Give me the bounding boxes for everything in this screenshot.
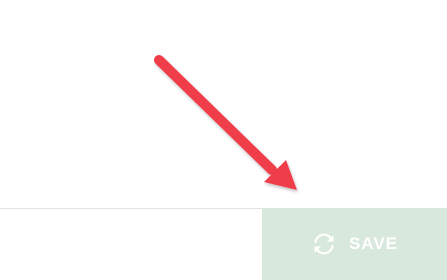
save-button-label: SAVE bbox=[348, 234, 399, 253]
save-button[interactable]: SAVE bbox=[262, 208, 447, 280]
content-area bbox=[0, 0, 447, 208]
sync-icon bbox=[311, 231, 337, 257]
page: SAVE bbox=[0, 0, 447, 280]
